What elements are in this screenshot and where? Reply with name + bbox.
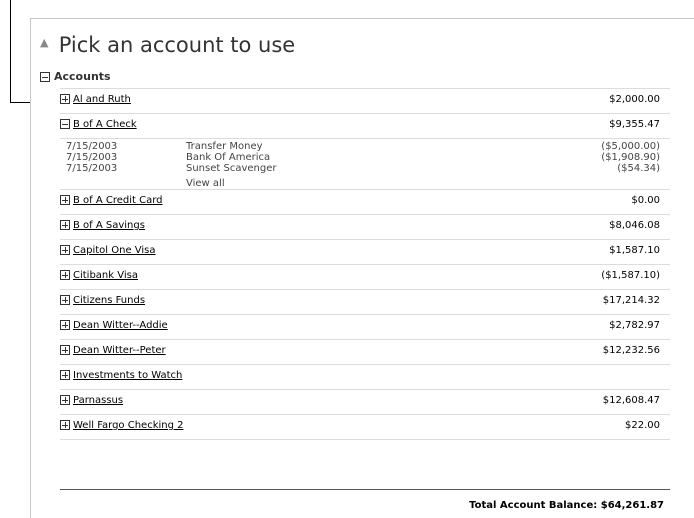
transaction-date: 7/15/2003: [66, 163, 118, 174]
transaction-date: 7/15/2003: [66, 152, 118, 163]
account-balance: $22.00: [625, 420, 660, 431]
account-balance: $2,000.00: [609, 94, 660, 105]
account-name-link[interactable]: B of A Savings: [73, 220, 145, 231]
account-row[interactable]: Dean Witter--Peter $12,232.56: [60, 339, 670, 364]
account-row[interactable]: Capitol One Visa $1,587.10: [60, 239, 670, 264]
expand-icon[interactable]: [60, 420, 70, 430]
expand-icon[interactable]: [60, 195, 70, 205]
account-name-link[interactable]: Citizens Funds: [73, 295, 145, 306]
account-name-link[interactable]: Investments to Watch: [73, 370, 182, 381]
account-row[interactable]: Citizens Funds $17,214.32: [60, 289, 670, 314]
total-divider: [60, 489, 670, 490]
view-all-link[interactable]: View all: [186, 178, 225, 189]
collapse-chevron-icon[interactable]: ▲: [40, 36, 52, 49]
account-row[interactable]: B of A Check $9,355.47: [60, 113, 670, 138]
transaction-row: 7/15/2003 Sunset Scavenger ($54.34): [60, 163, 670, 175]
account-name-link[interactable]: Capitol One Visa: [73, 245, 156, 256]
transaction-description: Transfer Money: [186, 141, 263, 152]
account-row[interactable]: Dean Witter--Addie $2,782.97: [60, 314, 670, 339]
account-row[interactable]: Al and Ruth $2,000.00: [60, 88, 670, 113]
account-balance: $2,782.97: [609, 320, 660, 331]
expand-icon[interactable]: [60, 94, 70, 104]
account-balance: ($1,587.10): [601, 270, 660, 281]
expand-icon[interactable]: [60, 295, 70, 305]
expand-icon[interactable]: [60, 270, 70, 280]
account-row[interactable]: B of A Savings $8,046.08: [60, 214, 670, 239]
total-account-balance: Total Account Balance: $64,261.87: [469, 500, 664, 511]
expand-icon[interactable]: [60, 220, 70, 230]
account-name-link[interactable]: Well Fargo Checking 2: [73, 420, 184, 431]
account-row[interactable]: B of A Credit Card $0.00: [60, 189, 670, 214]
account-balance: $17,214.32: [602, 295, 660, 306]
expand-icon[interactable]: [60, 320, 70, 330]
account-balance: $0.00: [631, 195, 660, 206]
account-name-link[interactable]: Dean Witter--Peter: [73, 345, 166, 356]
account-balance: $8,046.08: [609, 220, 660, 231]
transaction-description: Sunset Scavenger: [186, 163, 277, 174]
transaction-date: 7/15/2003: [66, 141, 118, 152]
expand-icon[interactable]: [60, 245, 70, 255]
account-balance: $12,608.47: [602, 395, 660, 406]
expand-icon[interactable]: [60, 395, 70, 405]
callout-line: [10, 0, 11, 103]
transaction-amount: ($1,908.90): [601, 152, 660, 163]
collapse-icon[interactable]: [60, 119, 70, 129]
account-name-link[interactable]: Al and Ruth: [73, 94, 131, 105]
account-name-link[interactable]: B of A Check: [73, 119, 137, 130]
account-balance: $1,587.10: [609, 245, 660, 256]
account-balance: $9,355.47: [609, 119, 660, 130]
expand-icon[interactable]: [60, 345, 70, 355]
expand-icon[interactable]: [60, 370, 70, 380]
account-row[interactable]: Citibank Visa ($1,587.10): [60, 264, 670, 289]
accounts-list: Al and Ruth $2,000.00 B of A Check $9,35…: [60, 88, 670, 440]
account-row[interactable]: Investments to Watch: [60, 364, 670, 389]
transaction-amount: ($54.34): [617, 163, 660, 174]
page-title: ▲ Pick an account to use: [40, 33, 296, 57]
transaction-list: 7/15/2003 Transfer Money ($5,000.00) 7/1…: [60, 138, 670, 189]
account-name-link[interactable]: B of A Credit Card: [73, 195, 163, 206]
transaction-amount: ($5,000.00): [601, 141, 660, 152]
account-name-link[interactable]: Dean Witter--Addie: [73, 320, 168, 331]
account-balance: $12,232.56: [602, 345, 660, 356]
account-name-link[interactable]: Citibank Visa: [73, 270, 138, 281]
accounts-section-header[interactable]: Accounts: [40, 70, 111, 83]
account-row[interactable]: Well Fargo Checking 2 $22.00: [60, 414, 670, 440]
account-row[interactable]: Parnassus $12,608.47: [60, 389, 670, 414]
collapse-icon[interactable]: [40, 72, 50, 82]
account-name-link[interactable]: Parnassus: [73, 395, 123, 406]
transaction-description: Bank Of America: [186, 152, 271, 163]
